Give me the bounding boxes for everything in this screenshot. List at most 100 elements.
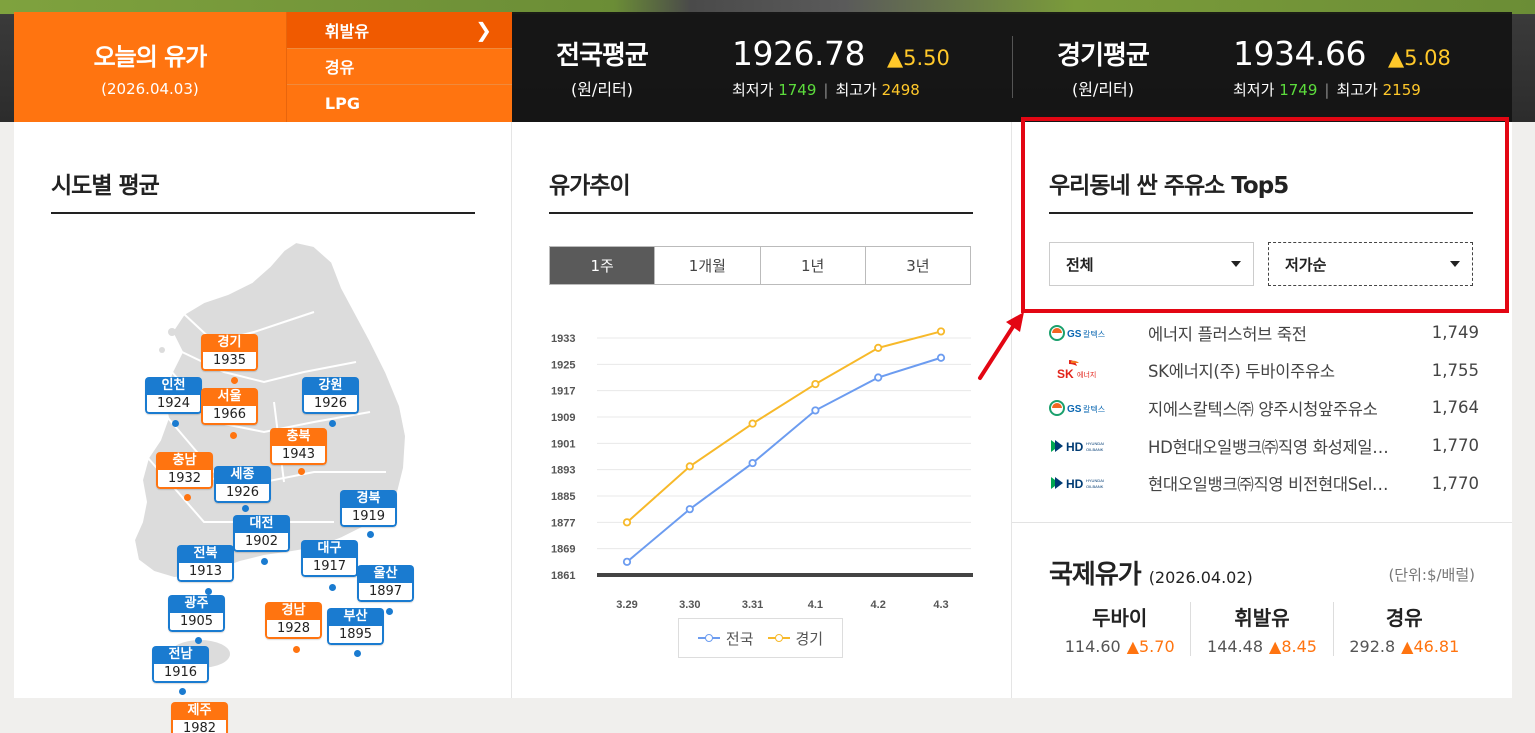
region-label[interactable]: 광주 1905 [168, 595, 225, 632]
gs-caltex-logo-icon: GS 칼텍스 [1049, 399, 1148, 417]
tab-3-year[interactable]: 3년 [864, 247, 970, 284]
region-label[interactable]: 인천 1924 [145, 377, 202, 414]
region-name: 부산 [327, 608, 384, 626]
intl-item-value: 292.8 [1349, 637, 1396, 656]
region-name: 대구 [301, 540, 358, 558]
regional-average-section: 시도별 평균 경기 1935 인천 1924 서울 1966 강원 1926 충북 1943 충남 1… [14, 122, 512, 733]
region-label[interactable]: 충북 1943 [270, 428, 327, 465]
region-name: 충남 [156, 452, 213, 470]
region-label[interactable]: 경남 1928 [265, 602, 322, 639]
station-name: SK에너지(주) 두바이주유소 [1148, 362, 1335, 382]
data-point [936, 327, 946, 336]
tab-1-week[interactable]: 1주 [550, 247, 655, 284]
sort-select[interactable]: 저가순 [1268, 242, 1473, 286]
region-label[interactable]: 충남 1932 [156, 452, 213, 489]
fuel-tab-label: 휘발유 [324, 21, 370, 41]
region-label[interactable]: 경기 1935 [201, 334, 258, 371]
region-location-dot [329, 584, 336, 591]
y-tick-label: 1925 [551, 359, 575, 371]
svg-text:HD: HD [1066, 440, 1084, 454]
region-label[interactable]: 제주 1982 [171, 702, 228, 733]
x-tick-label: 3.29 [616, 599, 637, 611]
region-label[interactable]: 대구 1917 [301, 540, 358, 577]
region-label[interactable]: 전남 1916 [152, 646, 209, 683]
gyeonggi-average-values: 1934.66 ▲5.08 최저가 1749 | 최고가 2159 [1193, 34, 1451, 100]
international-price-date: (2026.04.02) [1148, 568, 1253, 587]
region-price: 1905 [168, 613, 225, 632]
separator: | [823, 81, 829, 99]
region-name: 전북 [177, 545, 234, 563]
legend-label: 경기 [795, 629, 824, 648]
region-price: 1982 [171, 720, 228, 733]
legend-item-national: 전국 [697, 628, 754, 649]
y-tick-label: 1917 [551, 386, 575, 398]
region-price: 1916 [152, 664, 209, 683]
series-line [626, 330, 942, 524]
tab-1-year[interactable]: 1년 [759, 247, 865, 284]
fuel-tab-gasoline[interactable]: 휘발유 ❯ [286, 12, 512, 49]
intl-item-value: 144.48 [1207, 637, 1264, 656]
data-point [874, 343, 883, 352]
region-name: 경북 [340, 490, 397, 508]
svg-text:칼텍스: 칼텍스 [1083, 329, 1105, 339]
max-label: 최고가 [835, 81, 877, 99]
region-name: 세종 [214, 466, 271, 484]
legend-label: 전국 [725, 629, 754, 648]
dropdown-arrow-icon [1231, 261, 1241, 267]
fuel-tab-diesel[interactable]: 경유 [286, 49, 512, 86]
y-tick-label: 1909 [551, 412, 575, 424]
station-price: 1,770 [1431, 473, 1479, 493]
station-row[interactable]: SK 에너지 SK에너지(주) 두바이주유소 1,755 [1049, 352, 1479, 390]
today-price-block: 오늘의 유가 (2026.04.03) [14, 12, 286, 122]
region-label[interactable]: 울산 1897 [357, 565, 414, 602]
station-row[interactable]: HD HYUNDAI OILBANK HD현대오일뱅크㈜직영 화성제일… 1,770 [1049, 427, 1479, 465]
today-date: (2026.04.03) [101, 79, 199, 98]
national-max-price: 2498 [881, 81, 920, 99]
station-name: 에너지 플러스허브 죽전 [1148, 324, 1307, 344]
national-average-change: ▲5.50 [886, 46, 950, 70]
region-price: 1913 [177, 563, 234, 582]
station-price: 1,755 [1431, 360, 1479, 380]
intl-item-gasoline: 휘발유 144.48 ▲8.45 [1190, 602, 1332, 656]
region-location-dot [386, 608, 393, 615]
intl-item-change: ▲46.81 [1401, 637, 1460, 656]
cheap-stations-section: 우리동네 싼 주유소 Top5 전체 저가순 GS 칼텍스 에너지 플러스허브 죽전… [1012, 122, 1512, 698]
x-tick-label: 4.2 [871, 599, 886, 611]
data-point [685, 462, 694, 471]
station-row[interactable]: GS 칼텍스 지에스칼텍스㈜ 양주시청앞주유소 1,764 [1049, 389, 1479, 427]
region-select[interactable]: 전체 [1049, 242, 1254, 286]
region-label[interactable]: 경북 1919 [340, 490, 397, 527]
station-row[interactable]: HD HYUNDAI OILBANK 현대오일뱅크㈜직영 비전현대Sel… 1,770 [1049, 464, 1479, 502]
y-tick-label: 1869 [551, 544, 575, 556]
station-row[interactable]: GS 칼텍스 에너지 플러스허브 죽전 1,749 [1049, 314, 1479, 352]
data-point [874, 373, 883, 382]
period-tabs: 1주 1개월 1년 3년 [549, 246, 971, 285]
fuel-tab-lpg[interactable]: LPG [287, 85, 512, 122]
intl-item-change: ▲5.70 [1126, 637, 1175, 656]
region-price: 1897 [357, 583, 414, 602]
fuel-tab-label: 경유 [324, 58, 355, 78]
svg-text:GS: GS [1067, 404, 1082, 415]
region-price: 1943 [270, 446, 327, 465]
svg-text:OILBANK: OILBANK [1086, 447, 1104, 452]
data-point [622, 518, 632, 527]
region-location-dot [298, 468, 305, 475]
region-label[interactable]: 부산 1895 [327, 608, 384, 645]
x-tick-label: 3.31 [742, 599, 763, 611]
region-name: 강원 [302, 377, 359, 395]
region-select-value: 전체 [1066, 255, 1094, 274]
region-label[interactable]: 전북 1913 [177, 545, 234, 582]
region-location-dot [230, 432, 237, 439]
region-label[interactable]: 대전 1902 [233, 515, 290, 552]
region-price: 1924 [145, 395, 202, 414]
region-location-dot [172, 420, 179, 427]
national-average-values: 1926.78 ▲5.50 최저가 1749 | 최고가 2498 [692, 34, 950, 100]
gyeonggi-average: 경기평균 (원/리터) 1934.66 ▲5.08 최저가 1749 | 최고가 2… [1012, 34, 1512, 100]
region-label[interactable]: 세종 1926 [214, 466, 271, 503]
region-price: 1917 [301, 558, 358, 577]
region-name: 광주 [168, 595, 225, 613]
region-label[interactable]: 서울 1966 [201, 388, 258, 425]
tab-1-month[interactable]: 1개월 [654, 247, 760, 284]
region-label[interactable]: 강원 1926 [302, 377, 359, 414]
hd-hyundai-oilbank-logo-icon: HD HYUNDAI OILBANK [1049, 437, 1148, 455]
